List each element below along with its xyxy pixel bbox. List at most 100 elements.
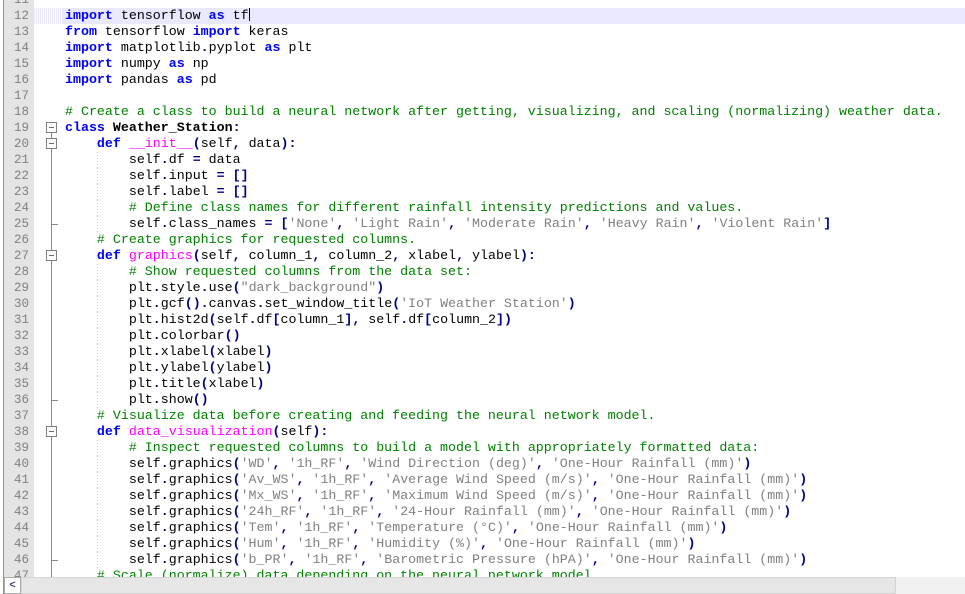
code-text[interactable]: import tensorflow as tf: [62, 8, 965, 24]
code-text[interactable]: from tensorflow import keras: [62, 24, 965, 40]
code-text[interactable]: self.graphics('Tem', '1h_RF', 'Temperatu…: [62, 520, 965, 536]
horizontal-scrollbar[interactable]: <: [4, 577, 965, 594]
scrollbar-thumb[interactable]: [21, 577, 896, 594]
code-line-35: 35 plt.title(xlabel): [0, 376, 965, 392]
code-text[interactable]: # Show requested columns from the data s…: [62, 264, 965, 280]
code-token: ):: [520, 248, 536, 263]
code-text[interactable]: self.graphics('WD', '1h_RF', 'Wind Direc…: [62, 456, 965, 472]
fold-margin: [34, 552, 62, 568]
code-text-content: import tensorflow as tf: [62, 8, 965, 24]
code-token: 'WD': [241, 456, 273, 471]
code-line-12: 12import tensorflow as tf: [0, 8, 965, 24]
code-token: ,: [336, 216, 352, 231]
fold-connector-line: [51, 184, 52, 200]
code-token: __init__: [129, 136, 193, 151]
code-line-11: 11: [0, 0, 965, 8]
code-text[interactable]: self.class_names = ['None', 'Light Rain'…: [62, 216, 965, 232]
code-text[interactable]: plt.hist2d(self.df[column_1], self.df[co…: [62, 312, 965, 328]
fold-collapse-toggle-icon[interactable]: [46, 138, 57, 149]
code-text[interactable]: [62, 0, 965, 8]
code-token: (: [193, 136, 201, 151]
fold-margin: [34, 168, 62, 184]
code-token: 'Av_WS': [241, 472, 297, 487]
fold-collapse-toggle-icon[interactable]: [46, 426, 57, 437]
code-token: 'One-Hour Rainfall (mm)': [608, 488, 800, 503]
code-token: ]: [823, 216, 831, 231]
code-text[interactable]: plt.gcf().canvas.set_window_title('IoT W…: [62, 296, 965, 312]
code-token: ): [719, 520, 727, 535]
code-text[interactable]: def __init__(self, data):: [62, 136, 965, 152]
code-token: '1h_RF': [288, 456, 344, 471]
code-text[interactable]: [62, 88, 965, 104]
code-token: ): [799, 488, 807, 503]
line-number: 34: [4, 360, 34, 376]
code-token: class_names: [169, 216, 265, 231]
code-text[interactable]: # Visualize data before creating and fee…: [62, 408, 965, 424]
line-number: 14: [4, 40, 34, 56]
code-text[interactable]: import pandas as pd: [62, 72, 965, 88]
code-token: ],: [344, 312, 360, 327]
scroll-left-button[interactable]: <: [4, 577, 21, 594]
fold-margin: [34, 248, 62, 264]
code-text[interactable]: self.graphics('Mx_WS', '1h_RF', 'Maximum…: [62, 488, 965, 504]
fold-connector-line: [51, 440, 52, 456]
code-token: import: [65, 40, 113, 55]
code-text-content: self.graphics('WD', '1h_RF', 'Wind Direc…: [62, 456, 965, 472]
code-text[interactable]: self.graphics('24h_RF', '1h_RF', '24-Hou…: [62, 504, 965, 520]
fold-margin: [34, 216, 62, 232]
code-token: self: [65, 520, 161, 535]
code-text[interactable]: # Inspect requested columns to build a m…: [62, 440, 965, 456]
code-text[interactable]: import matplotlib.pyplot as plt: [62, 40, 965, 56]
code-text[interactable]: self.graphics('Hum', '1h_RF', 'Humidity …: [62, 536, 965, 552]
code-token: self: [360, 312, 400, 327]
code-text[interactable]: plt.style.use("dark_background"): [62, 280, 965, 296]
code-token: .: [257, 296, 265, 311]
code-token: '1h_RF': [296, 520, 352, 535]
code-text[interactable]: plt.show(): [62, 392, 965, 408]
indent-guide-line: [97, 168, 98, 184]
code-token: # Create a class to build a neural netwo…: [65, 104, 943, 119]
code-text[interactable]: import numpy as np: [62, 56, 965, 72]
code-token: 'Humidity (%)': [368, 536, 480, 551]
code-token: .: [153, 280, 161, 295]
code-line-15: 15import numpy as np: [0, 56, 965, 72]
code-token: .: [161, 472, 169, 487]
code-text[interactable]: def graphics(self, column_1, column_2, x…: [62, 248, 965, 264]
code-text[interactable]: plt.title(xlabel): [62, 376, 965, 392]
code-text[interactable]: class Weather_Station:: [62, 120, 965, 136]
code-text[interactable]: plt.ylabel(ylabel): [62, 360, 965, 376]
code-text[interactable]: self.label = []: [62, 184, 965, 200]
fold-collapse-toggle-icon[interactable]: [46, 250, 57, 261]
code-text-content: # Create graphics for requested columns.: [62, 232, 965, 248]
code-token: ,: [512, 520, 528, 535]
code-text[interactable]: # Define class names for different rainf…: [62, 200, 965, 216]
code-line-17: 17: [0, 88, 965, 104]
code-text[interactable]: self.df = data: [62, 152, 965, 168]
code-text[interactable]: plt.colorbar(): [62, 328, 965, 344]
fold-connector-line: [51, 536, 52, 552]
code-text[interactable]: self.input = []: [62, 168, 965, 184]
fold-margin: [34, 360, 62, 376]
scroll-left-icon: <: [9, 580, 15, 591]
code-text[interactable]: # Create a class to build a neural netwo…: [62, 104, 965, 120]
code-token: tensorflow: [113, 8, 209, 23]
fold-margin: [34, 440, 62, 456]
code-text[interactable]: self.graphics('Av_WS', '1h_RF', 'Average…: [62, 472, 965, 488]
code-token: graphics: [169, 504, 233, 519]
code-text[interactable]: plt.xlabel(xlabel): [62, 344, 965, 360]
code-text[interactable]: # Create graphics for requested columns.: [62, 232, 965, 248]
code-token: 'Moderate Rain': [464, 216, 584, 231]
code-token: set_window_title: [265, 296, 393, 311]
code-token: [121, 424, 129, 439]
fold-collapse-toggle-icon[interactable]: [46, 122, 57, 133]
code-token: self: [65, 536, 161, 551]
code-token: self: [201, 136, 233, 151]
fold-margin: [34, 24, 62, 40]
fold-connector-line: [51, 360, 52, 376]
code-text[interactable]: self.graphics('b_PR', '1h_RF', 'Barometr…: [62, 552, 965, 568]
code-token: def: [97, 136, 121, 151]
fold-connector-line: [51, 152, 52, 168]
code-token: data: [201, 152, 241, 167]
code-text[interactable]: def data_visualization(self):: [62, 424, 965, 440]
code-token: self: [65, 152, 161, 167]
